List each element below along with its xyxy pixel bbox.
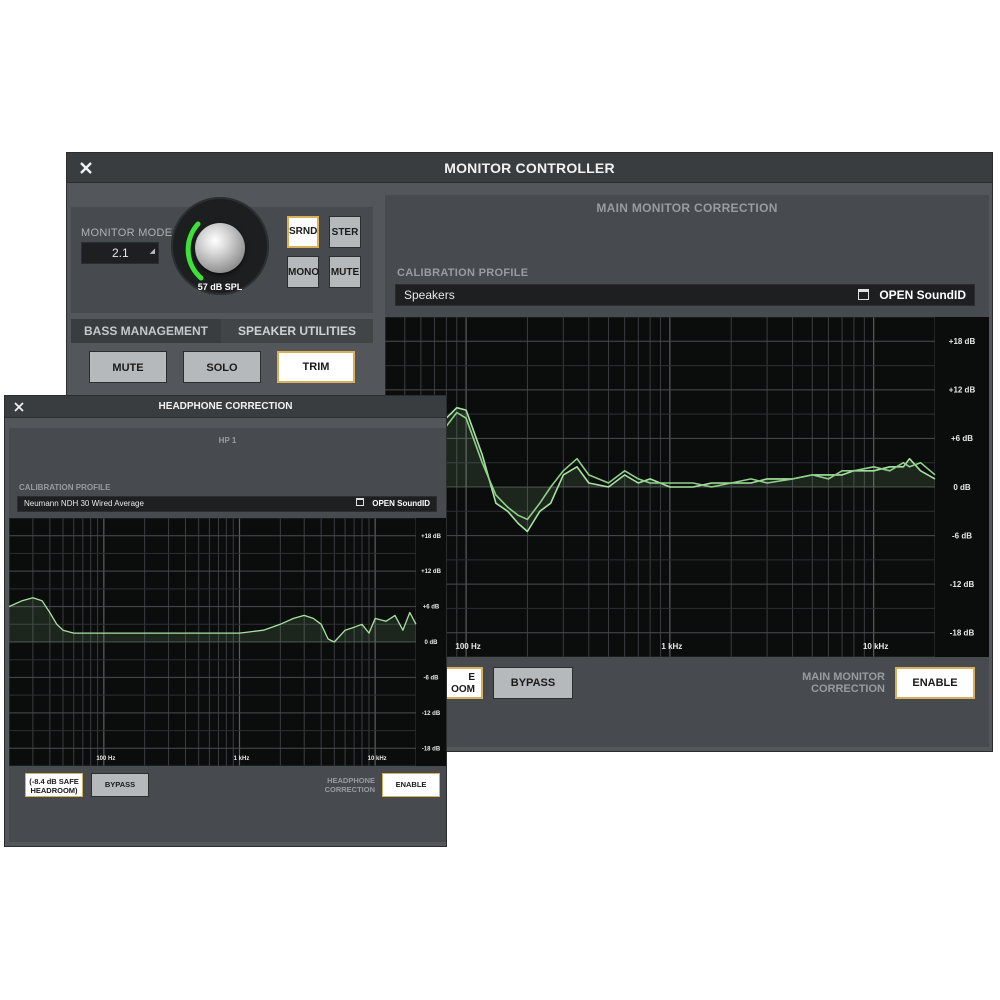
headphone-correction-panel: HP 1 CALIBRATION PROFILE Neumann NDH 30 … <box>9 428 446 842</box>
monitor-mode-value: 2.1 <box>112 246 129 260</box>
y-tick-label: -18 dB <box>950 629 975 638</box>
spl-readout: 57 dB SPL <box>197 282 243 292</box>
y-tick-label: -12 dB <box>422 711 441 717</box>
profile-name: Neumann NDH 30 Wired Average <box>24 499 144 508</box>
open-soundid-button[interactable]: OPEN SoundID <box>356 497 430 511</box>
safe-headroom-button[interactable]: E OOM <box>441 667 483 699</box>
headphone-response-chart: +18 dB +12 dB +6 dB 0 dB -6 dB -12 dB -18 dB 10… <box>9 518 446 766</box>
main-monitor-correction-panel: MAIN MONITOR CORRECTION CALIBRATION PROF… <box>385 195 989 747</box>
y-tick-label: +6 dB <box>423 605 440 611</box>
y-tick-label: -12 dB <box>950 580 975 589</box>
headphone-correction-label: HEADPHONE CORRECTION <box>279 776 375 794</box>
x-tick-label: 100 Hz <box>455 642 480 651</box>
window-title: MONITOR CONTROLLER <box>444 160 615 176</box>
correction-label-line-1: HEADPHONE <box>327 776 375 785</box>
main-response-chart: +18 dB +12 dB +6 dB 0 dB -6 dB -12 dB -18 dB 10… <box>385 317 989 657</box>
monitor-mode-label: MONITOR MODE <box>81 227 173 239</box>
profile-name: Speakers <box>404 288 455 302</box>
tab-speaker-utilities[interactable]: SPEAKER UTILITIES <box>221 319 373 343</box>
window-title: HEADPHONE CORRECTION <box>158 401 293 412</box>
y-tick-label: +12 dB <box>421 569 442 575</box>
trim-button[interactable]: TRIM <box>277 351 355 383</box>
correction-label-line-2: CORRECTION <box>811 683 885 695</box>
headroom-line-1: E <box>468 672 475 683</box>
y-tick-label: -6 dB <box>952 531 972 540</box>
ster-button[interactable]: STER <box>329 216 361 248</box>
y-tick-label: -18 dB <box>422 746 441 752</box>
calibration-profile-bar[interactable]: Speakers OPEN SoundID <box>395 284 975 306</box>
x-tick-label: 10 kHz <box>863 642 888 651</box>
headroom-line-2: HEADROOM) <box>30 786 78 795</box>
x-tick-label: 10 kHz <box>368 756 387 762</box>
level-knob[interactable] <box>195 223 245 273</box>
open-soundid-label: OPEN SoundID <box>879 288 966 302</box>
mute-button[interactable]: MUTE <box>89 351 167 383</box>
close-icon[interactable] <box>79 161 93 175</box>
y-tick-label: 0 dB <box>424 640 438 646</box>
safe-headroom-button[interactable]: (-8.4 dB SAFE HEADROOM) <box>25 773 83 797</box>
x-tick-label: 1 kHz <box>661 642 682 651</box>
x-tick-label: 100 Hz <box>96 756 115 762</box>
solo-button[interactable]: SOLO <box>183 351 261 383</box>
enable-button[interactable]: ENABLE <box>895 667 975 699</box>
y-tick-label: +18 dB <box>949 337 976 346</box>
folder-icon <box>858 289 870 300</box>
headphone-correction-window: HEADPHONE CORRECTION HP 1 CALIBRATION PR… <box>4 395 447 847</box>
mono-button[interactable]: MONO <box>287 256 319 288</box>
y-tick-label: -6 dB <box>424 676 440 682</box>
main-monitor-correction-label: MAIN MONITOR CORRECTION <box>765 671 885 695</box>
y-tick-label: 0 dB <box>953 483 971 492</box>
output-name: HP 1 <box>218 436 237 445</box>
title-bar: MONITOR CONTROLLER <box>67 153 992 183</box>
x-tick-label: 1 kHz <box>234 756 250 762</box>
enable-button[interactable]: ENABLE <box>382 773 440 797</box>
title-bar: HEADPHONE CORRECTION <box>5 396 446 418</box>
correction-label-line-2: CORRECTION <box>324 785 375 794</box>
srnd-button[interactable]: SRND <box>287 216 319 248</box>
headroom-line-2: OOM <box>451 684 475 695</box>
correction-label-line-1: MAIN MONITOR <box>802 671 885 683</box>
open-soundid-label: OPEN SoundID <box>372 499 430 508</box>
headroom-line-1: (-8.4 dB SAFE <box>29 777 79 786</box>
monitor-mode-select[interactable]: 2.1 ◢ <box>81 242 159 264</box>
speaker-tabs: BASS MANAGEMENT SPEAKER UTILITIES <box>71 319 373 343</box>
open-soundid-button[interactable]: OPEN SoundID <box>858 285 966 305</box>
y-tick-label: +12 dB <box>949 386 976 395</box>
calibration-profile-label: CALIBRATION PROFILE <box>19 483 111 492</box>
folder-icon <box>356 498 365 506</box>
tab-bass-management[interactable]: BASS MANAGEMENT <box>71 319 221 343</box>
calibration-profile-bar[interactable]: Neumann NDH 30 Wired Average OPEN SoundI… <box>17 496 437 512</box>
panel-title: MAIN MONITOR CORRECTION <box>596 201 778 215</box>
mute-mode-button[interactable]: MUTE <box>329 256 361 288</box>
calibration-profile-label: CALIBRATION PROFILE <box>397 267 529 279</box>
y-tick-label: +18 dB <box>421 534 442 540</box>
dropdown-corner-icon: ◢ <box>149 248 155 255</box>
bypass-button[interactable]: BYPASS <box>91 773 149 797</box>
y-tick-label: +6 dB <box>951 434 973 443</box>
close-icon[interactable] <box>14 402 24 412</box>
bypass-button[interactable]: BYPASS <box>493 667 573 699</box>
